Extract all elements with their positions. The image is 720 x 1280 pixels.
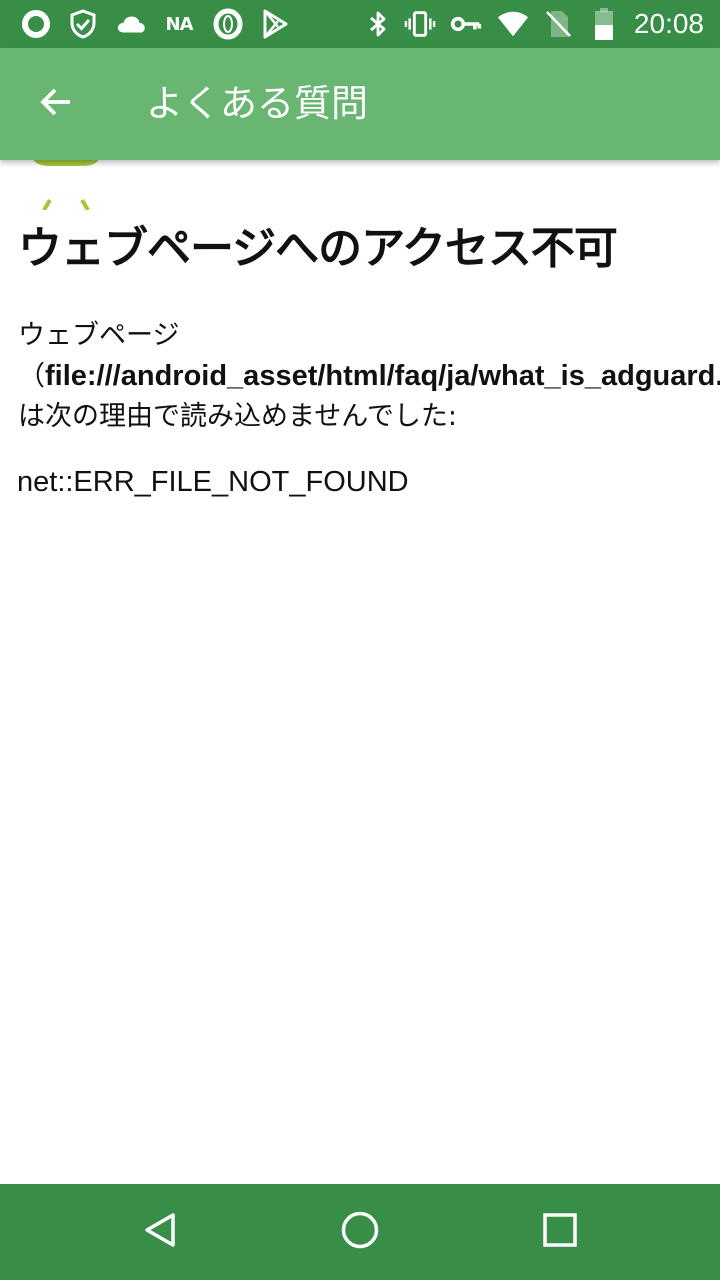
android-robot-icon: [14, 160, 118, 212]
status-time: 20:08: [633, 8, 704, 39]
ring-icon: [20, 8, 52, 40]
nav-back-button[interactable]: [130, 1202, 190, 1262]
status-bar: NA 20:08: [0, 0, 720, 48]
nav-recents-button[interactable]: [530, 1202, 590, 1262]
back-button[interactable]: [24, 76, 88, 132]
webview-content[interactable]: ウェブページへのアクセス不可 ウェブページ （file:///android_a…: [0, 160, 720, 1184]
nav-home-button[interactable]: [330, 1202, 390, 1262]
shield-check-icon: [67, 8, 99, 40]
error-message: ウェブページ （file:///android_asset/html/faq/j…: [18, 316, 720, 437]
error-url-line: （file:///android_asset/html/faq/ja/what_…: [18, 356, 720, 397]
error-title: ウェブページへのアクセス不可: [18, 223, 618, 274]
play-store-icon: [259, 8, 291, 40]
opera-icon: [212, 8, 244, 40]
cloud-icon: [115, 8, 147, 40]
no-sim-icon: [542, 8, 574, 40]
navigation-bar: [0, 1184, 720, 1280]
wifi-icon: [497, 8, 529, 40]
recents-square-icon: [542, 1212, 578, 1252]
na-text: NA: [165, 13, 194, 35]
app-bar: よくある質問: [0, 48, 720, 160]
vpn-key-icon: [450, 8, 482, 40]
battery-icon: [588, 8, 620, 40]
error-message-suffix: は次の理由で読み込めませんでした:: [18, 401, 457, 432]
screen: NA 20:08 よくある質問 ウェブページへのアクセス不可 ウェブページ （f…: [0, 0, 720, 1280]
error-url: file:///android_asset/html/faq/ja/what_i…: [45, 360, 720, 392]
home-circle-icon: [340, 1210, 380, 1254]
arrow-back-icon: [38, 84, 74, 124]
bluetooth-icon: [362, 8, 394, 40]
back-triangle-icon: [140, 1210, 180, 1254]
error-message-prefix: ウェブページ: [18, 320, 180, 351]
open-paren: （: [18, 361, 45, 392]
error-code: net::ERR_FILE_NOT_FOUND: [17, 466, 409, 498]
vibrate-icon: [404, 8, 436, 40]
page-title: よくある質問: [146, 82, 368, 125]
